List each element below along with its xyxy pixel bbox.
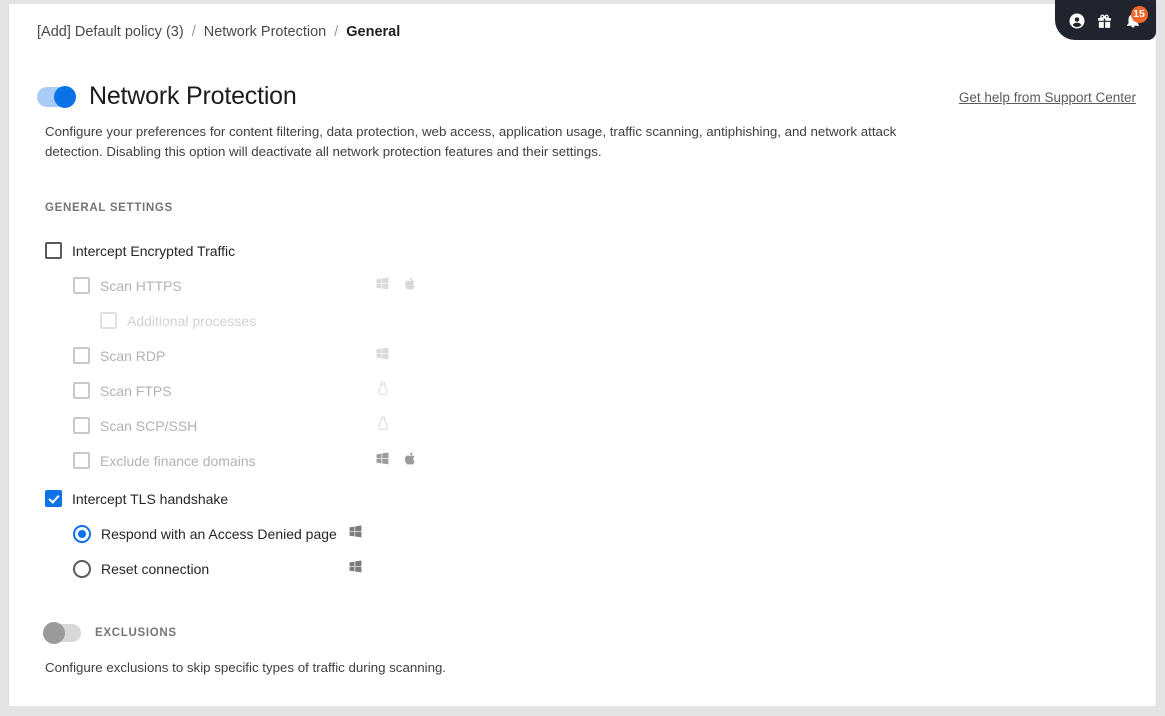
general-settings-label: GENERAL SETTINGS bbox=[45, 202, 173, 214]
option-row-scan-scp-ssh[interactable]: Scan SCP/SSH bbox=[45, 408, 1095, 443]
platform-icons bbox=[375, 415, 391, 436]
option-row-intercept-encrypted-traffic[interactable]: Intercept Encrypted Traffic bbox=[45, 233, 1095, 268]
gift-icon[interactable] bbox=[1096, 12, 1114, 30]
option-label: Intercept Encrypted Traffic bbox=[72, 242, 236, 259]
option-label: Scan HTTPS bbox=[100, 277, 182, 294]
apple-icon bbox=[403, 451, 418, 471]
option-label: Scan SCP/SSH bbox=[100, 417, 198, 434]
option-label: Intercept TLS handshake bbox=[72, 490, 229, 507]
exclusions-toggle[interactable] bbox=[43, 622, 81, 644]
option-label: Additional processes bbox=[127, 312, 257, 329]
option-row-exclude-finance-domains[interactable]: Exclude finance domains bbox=[45, 443, 1095, 478]
option-row-scan-ftps[interactable]: Scan FTPS bbox=[45, 373, 1095, 408]
network-protection-toggle[interactable] bbox=[37, 85, 76, 108]
breadcrumb: [Add] Default policy (3) / Network Prote… bbox=[37, 24, 400, 40]
checkbox-scan-ftps[interactable] bbox=[73, 382, 90, 399]
settings-page-card: [Add] Default policy (3) / Network Prote… bbox=[8, 0, 1157, 706]
page-header: Network Protection bbox=[37, 82, 297, 111]
platform-icons bbox=[375, 451, 418, 471]
option-row-respond-access-denied[interactable]: Respond with an Access Denied page bbox=[45, 516, 1095, 551]
option-row-scan-rdp[interactable]: Scan RDP bbox=[45, 338, 1095, 373]
checkbox-exclude-finance-domains[interactable] bbox=[73, 452, 90, 469]
option-label: Reset connection bbox=[101, 560, 210, 577]
breadcrumb-separator: / bbox=[191, 24, 196, 40]
option-label: Scan FTPS bbox=[100, 382, 172, 399]
breadcrumb-item-network-protection[interactable]: Network Protection bbox=[204, 24, 327, 40]
support-center-link[interactable]: Get help from Support Center bbox=[959, 90, 1136, 105]
option-row-additional-processes[interactable]: Additional processes bbox=[45, 303, 1095, 338]
notifications[interactable]: 15 bbox=[1124, 6, 1148, 31]
page-title: Network Protection bbox=[89, 82, 297, 110]
checkbox-scan-scp-ssh[interactable] bbox=[73, 417, 90, 434]
option-row-scan-https[interactable]: Scan HTTPS bbox=[45, 268, 1095, 303]
checkbox-scan-rdp[interactable] bbox=[73, 347, 90, 364]
exclusions-description: Configure exclusions to skip specific ty… bbox=[45, 660, 447, 675]
windows-icon bbox=[348, 524, 363, 544]
account-toolbar: 15 bbox=[1055, 0, 1156, 40]
checkbox-intercept-encrypted-traffic[interactable] bbox=[45, 242, 62, 259]
exclusions-header: EXCLUSIONS bbox=[43, 622, 177, 644]
option-label: Respond with an Access Denied page bbox=[101, 525, 337, 542]
user-circle-icon[interactable] bbox=[1068, 12, 1086, 30]
platform-icons bbox=[348, 559, 363, 579]
exclusions-label: EXCLUSIONS bbox=[95, 627, 177, 639]
linux-icon bbox=[375, 380, 391, 401]
general-settings-list: Intercept Encrypted Traffic Scan HTTPS A… bbox=[45, 233, 1095, 586]
breadcrumb-item-general: General bbox=[346, 24, 401, 40]
page-description: Configure your preferences for content f… bbox=[45, 124, 897, 159]
option-row-intercept-tls-handshake[interactable]: Intercept TLS handshake bbox=[45, 481, 1095, 516]
checkbox-intercept-tls-handshake[interactable] bbox=[45, 490, 62, 507]
platform-icons bbox=[375, 380, 391, 401]
app-screen: [Add] Default policy (3) / Network Prote… bbox=[0, 0, 1165, 716]
breadcrumb-separator: / bbox=[334, 24, 339, 40]
platform-icons bbox=[375, 346, 390, 366]
option-row-reset-connection[interactable]: Reset connection bbox=[45, 551, 1095, 586]
notification-count-badge: 15 bbox=[1130, 6, 1148, 23]
windows-icon bbox=[375, 276, 390, 296]
windows-icon bbox=[375, 346, 390, 366]
radio-respond-access-denied[interactable] bbox=[73, 524, 91, 543]
option-label: Scan RDP bbox=[100, 347, 166, 364]
windows-icon bbox=[348, 559, 363, 579]
platform-icons bbox=[348, 524, 363, 544]
linux-icon bbox=[375, 415, 391, 436]
radio-reset-connection[interactable] bbox=[73, 559, 91, 578]
platform-icons bbox=[375, 276, 418, 296]
checkbox-additional-processes[interactable] bbox=[100, 312, 117, 329]
option-label: Exclude finance domains bbox=[100, 452, 256, 469]
checkbox-scan-https[interactable] bbox=[73, 277, 90, 294]
apple-icon bbox=[403, 276, 418, 296]
breadcrumb-item-policy[interactable]: [Add] Default policy (3) bbox=[37, 24, 184, 40]
windows-icon bbox=[375, 451, 390, 471]
